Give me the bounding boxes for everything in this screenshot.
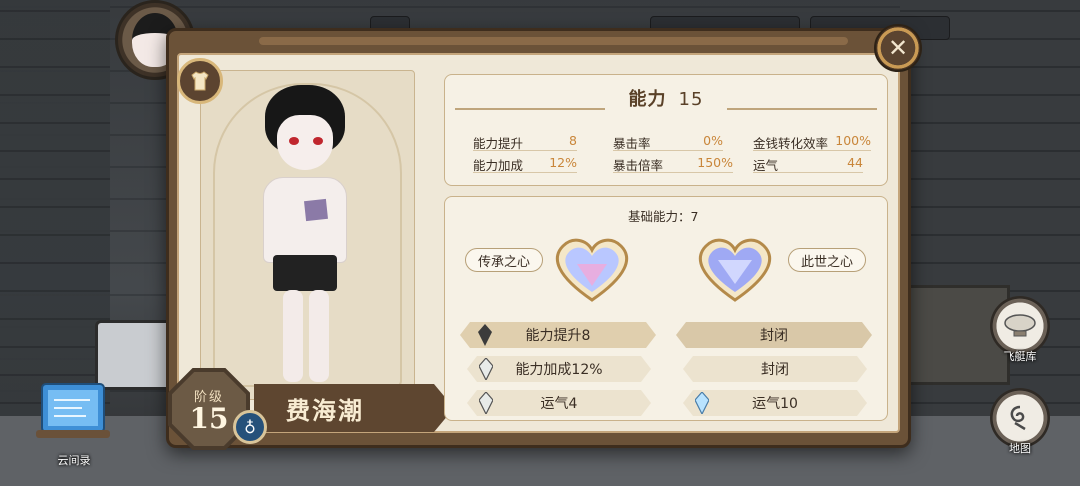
character-leg <box>283 290 303 382</box>
character-eye <box>313 137 323 145</box>
close-button[interactable]: ✕ <box>874 24 922 72</box>
map-button[interactable] <box>990 388 1050 448</box>
slot-label: 封闭 <box>761 362 789 378</box>
slot-label: 运气4 <box>540 396 578 412</box>
airship-label: 飞艇库 <box>1003 350 1037 363</box>
map-label: 地图 <box>1009 442 1031 455</box>
panel-top-strip <box>259 37 848 45</box>
gem-icon <box>479 358 493 380</box>
stat-value: 8 <box>569 133 577 148</box>
ability-title-label: 能力 <box>628 89 667 110</box>
slot-left-3[interactable]: 运气4 <box>467 390 651 416</box>
heart-label-right: 此世之心 <box>788 248 867 272</box>
slot-label: 运气10 <box>752 396 798 412</box>
slot-label: 能力提升8 <box>525 328 591 344</box>
stat-value: 44 <box>847 155 863 170</box>
slot-right-3[interactable]: 运气10 <box>683 390 867 416</box>
stat-value: 150% <box>697 155 733 170</box>
ornament-left <box>455 108 605 110</box>
close-icon: ✕ <box>887 34 909 62</box>
ornament-right <box>727 108 877 110</box>
stat-key: 暴击率 <box>613 136 651 151</box>
cloud-book-label: 云间录 <box>57 454 91 467</box>
gem-icon <box>479 392 493 414</box>
ability-title-value: 15 <box>678 89 704 110</box>
character-patch <box>304 198 328 222</box>
map-icon <box>1010 405 1026 431</box>
stats-box: 能力 15 能力提升 8 能力加成 12% 暴击率 0% 暴击倍率 150% 金钱转化效率… <box>444 74 888 186</box>
name-ribbon: 费海潮 <box>254 384 454 432</box>
ring-icon[interactable]: ♁ <box>233 410 267 444</box>
stat-value: 100% <box>835 133 871 148</box>
slot-right-1[interactable]: 封闭 <box>676 322 872 348</box>
stat-value: 0% <box>703 133 723 148</box>
heart-icon[interactable] <box>547 228 637 308</box>
slot-right-2[interactable]: 封闭 <box>683 356 867 382</box>
gem-icon <box>478 324 492 346</box>
character-eye <box>289 137 299 145</box>
gem-icon <box>695 392 709 414</box>
slot-label: 能力加成12% <box>515 362 603 378</box>
shirt-icon <box>191 71 209 91</box>
stat-row: 运气 44 <box>753 155 863 173</box>
character-figure <box>255 85 365 395</box>
stat-row: 暴击倍率 150% <box>613 155 733 173</box>
level-number: 15 <box>189 401 229 435</box>
airship-icon <box>1004 314 1036 337</box>
book-icon[interactable] <box>34 380 112 442</box>
heart-icon[interactable] <box>690 228 780 308</box>
airship-button[interactable] <box>990 296 1050 356</box>
stat-key: 运气 <box>753 158 779 173</box>
character-shorts <box>273 255 337 291</box>
character-name: 费海潮 <box>286 395 364 425</box>
slot-left-1[interactable]: 能力提升8 <box>460 322 656 348</box>
stat-row: 金钱转化效率 100% <box>753 133 871 151</box>
stat-key: 金钱转化效率 <box>753 136 829 151</box>
outfit-button[interactable] <box>177 58 223 104</box>
stat-key: 能力提升 <box>473 136 524 151</box>
heart-label-left: 传承之心 <box>465 248 544 272</box>
stat-row: 暴击率 0% <box>613 133 723 151</box>
slot-label: 封闭 <box>760 328 788 344</box>
ability-box <box>444 196 888 421</box>
character-leg <box>309 290 329 382</box>
character-face <box>277 115 333 170</box>
stat-key: 暴击倍率 <box>613 158 664 173</box>
stat-value: 12% <box>549 155 577 170</box>
slot-left-2[interactable]: 能力加成12% <box>467 356 651 382</box>
stat-row: 能力加成 12% <box>473 155 577 173</box>
stat-key: 能力加成 <box>473 158 524 173</box>
stat-row: 能力提升 8 <box>473 133 577 151</box>
base-ability-label: 基础能力：7 <box>628 209 699 224</box>
